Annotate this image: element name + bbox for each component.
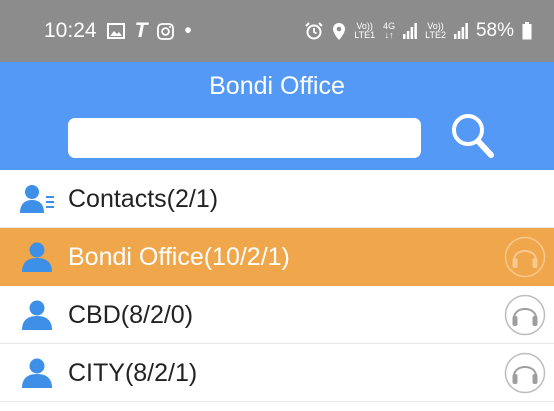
status-right: Vo)) LTE1 4G ↓↑ Vo)) LTE2 58% [304,20,532,42]
headset-icon[interactable] [504,352,546,394]
notification-dot: • [184,19,192,42]
search-icon [452,114,494,158]
header: Bondi Office [0,62,554,170]
page-title: Bondi Office [209,72,345,100]
group-person-icon [22,358,52,388]
list-item-label: CBD(8/2/0) [68,301,194,329]
t-notification-icon: T [134,19,148,42]
signal-2-icon [453,23,468,39]
group-person-icon [22,242,52,272]
headset-icon[interactable] [504,294,546,336]
list-item-bondi-office[interactable]: Bondi Office(10/2/1) [0,228,554,286]
headset-icon[interactable] [504,236,546,278]
battery-icon [522,22,532,40]
list-item-city[interactable]: CITY(8/2/1) [0,344,554,402]
network-type-indicator: 4G ↓↑ [383,21,396,40]
alarm-icon [304,21,324,41]
search-button[interactable] [446,108,500,164]
battery-percent: 58% [475,20,514,41]
gallery-notification-icon [106,23,125,39]
status-time: 10:24 [44,19,97,42]
instagram-notification-icon [157,22,175,40]
list-item-cbd[interactable]: CBD(8/2/0) [0,286,554,344]
list-item-label: Bondi Office(10/2/1) [68,243,290,271]
volte2-indicator: Vo)) LTE2 [425,21,446,40]
group-list: Contacts(2/1) Bondi Office(10/2/1) CBD(8… [0,170,554,402]
group-person-icon [22,300,52,330]
status-left: 10:24 T • [44,19,192,43]
volte1-indicator: Vo)) LTE1 [354,21,376,40]
search-input[interactable] [68,118,421,158]
list-item-label: Contacts(2/1) [68,185,219,213]
contacts-list-icon [20,185,54,213]
list-item-label: CITY(8/2/1) [68,359,198,387]
status-bar: 10:24 T • Vo)) LTE1 4G ↓↑ Vo)) LTE2 58% [0,0,554,62]
list-item-contacts[interactable]: Contacts(2/1) [0,170,554,228]
location-icon [332,22,346,41]
signal-1-icon [403,23,418,39]
